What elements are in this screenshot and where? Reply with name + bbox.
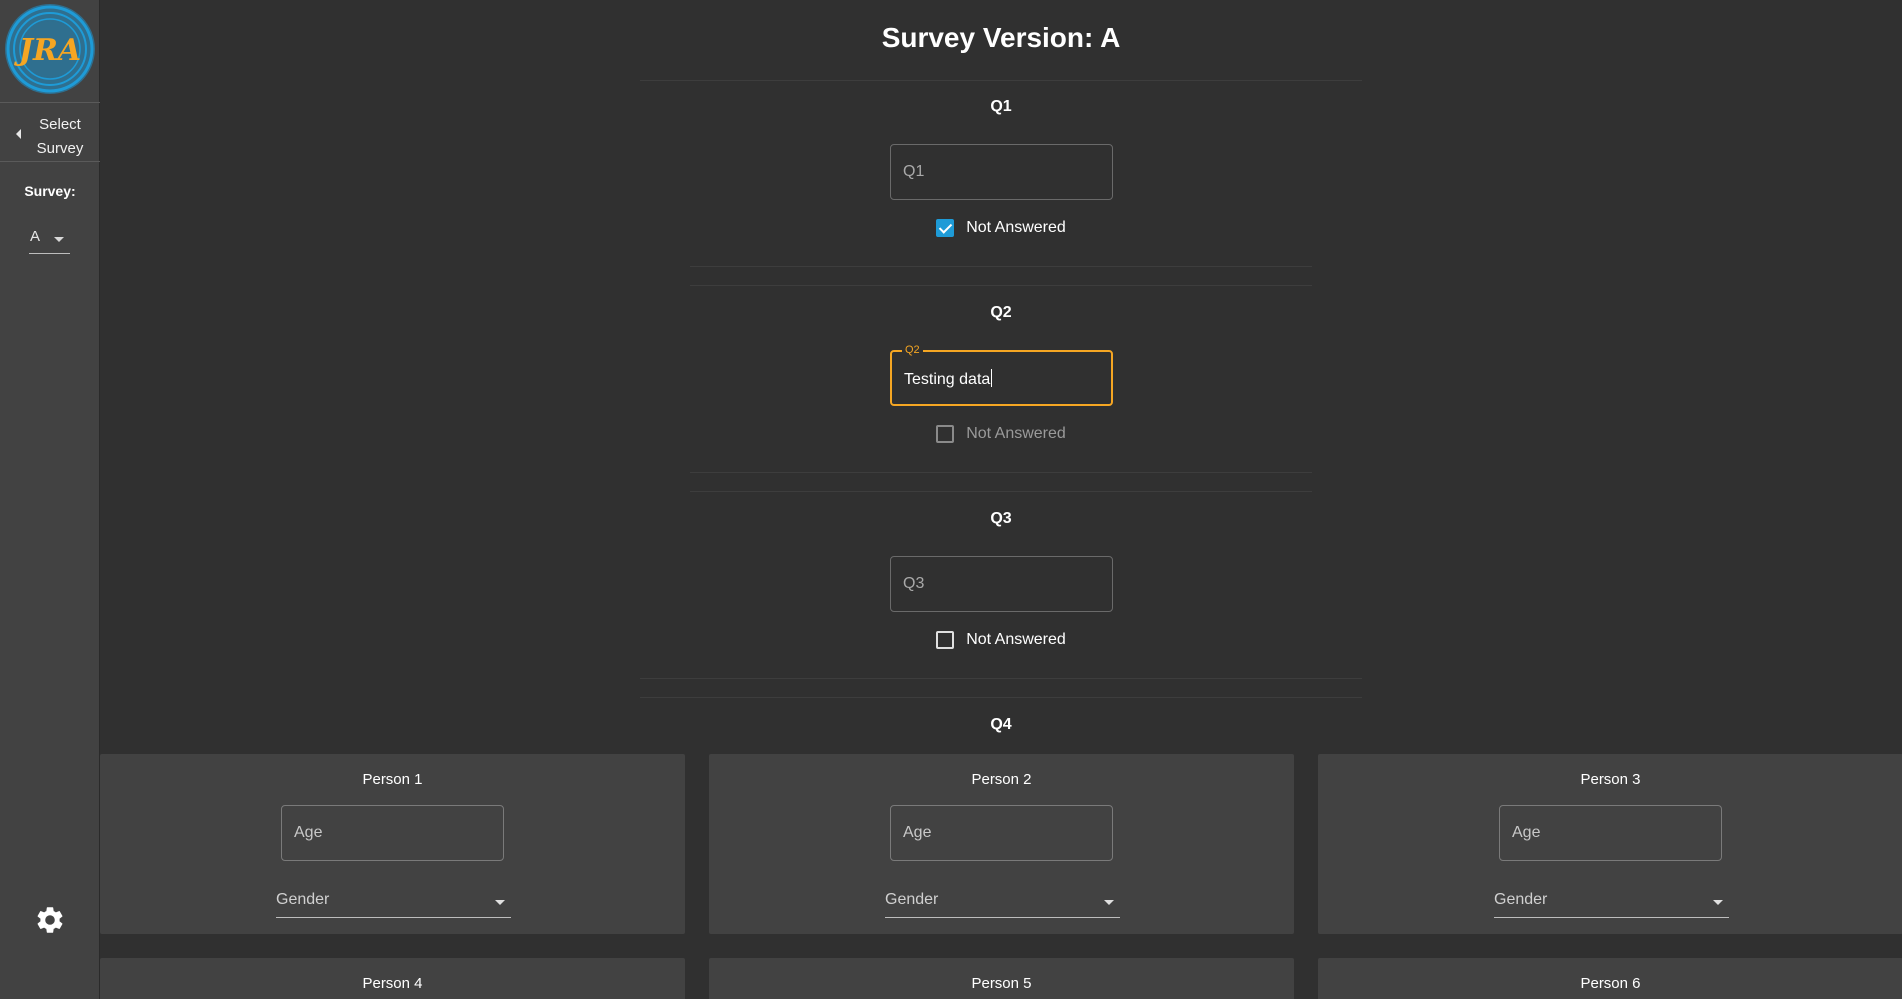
- person-title: Person 1: [362, 771, 423, 788]
- person-card-1: Person 1 Age Gender: [100, 754, 685, 934]
- person-card-6: Person 6: [1318, 958, 1902, 999]
- person-title: Person 3: [1580, 771, 1641, 788]
- person-card-3: Person 3 Age Gender: [1318, 754, 1902, 934]
- age-placeholder: Age: [1512, 824, 1541, 841]
- q3-not-answered-row[interactable]: Not Answered: [100, 629, 1902, 651]
- jra-logo: JRA: [5, 4, 95, 94]
- chevron-left-icon: [16, 129, 21, 139]
- person-title: Person 6: [1580, 975, 1641, 992]
- gender-placeholder: Gender: [1494, 891, 1548, 908]
- select-survey-button[interactable]: Select Survey: [0, 102, 100, 162]
- select-survey-label: Select Survey: [36, 116, 84, 157]
- divider: [690, 472, 1312, 473]
- app: JRA Select Survey Survey: A Survey Versi…: [0, 0, 1902, 999]
- gender-select[interactable]: Gender: [885, 888, 1120, 918]
- divider: [640, 80, 1362, 81]
- q3-placeholder: Q3: [903, 575, 925, 592]
- age-placeholder: Age: [294, 824, 323, 841]
- question-label-q1: Q1: [990, 98, 1012, 115]
- age-input[interactable]: Age: [281, 805, 504, 861]
- chevron-down-icon: [54, 237, 64, 242]
- q1-not-answered-label: Not Answered: [966, 219, 1066, 236]
- person-card-4: Person 4: [100, 958, 685, 999]
- survey-main: Survey Version: A Q1 Q1 Not Answered Q2 …: [100, 0, 1902, 999]
- person-card-5: Person 5: [709, 958, 1294, 999]
- age-input[interactable]: Age: [890, 805, 1113, 861]
- divider: [640, 697, 1362, 698]
- q2-input[interactable]: Q2 Testing data: [890, 344, 1113, 406]
- q2-floating-label: Q2: [902, 344, 923, 356]
- q2-value: Testing data: [904, 369, 993, 388]
- gender-select[interactable]: Gender: [276, 888, 511, 918]
- q2-not-answered-checkbox[interactable]: [936, 425, 955, 443]
- survey-version-value: A: [30, 228, 41, 245]
- gear-icon[interactable]: [34, 904, 66, 936]
- gender-placeholder: Gender: [276, 891, 330, 908]
- chevron-down-icon: [1713, 900, 1723, 905]
- divider: [640, 678, 1362, 679]
- page-title: Survey Version: A: [881, 22, 1121, 53]
- q2-not-answered-row[interactable]: Not Answered: [100, 423, 1902, 445]
- svg-text:JRA: JRA: [14, 33, 81, 68]
- divider: [690, 285, 1312, 286]
- q3-not-answered-checkbox[interactable]: [936, 631, 955, 649]
- sidebar: JRA Select Survey Survey: A: [0, 0, 100, 999]
- question-label-q2: Q2: [990, 304, 1012, 321]
- divider: [690, 491, 1312, 492]
- gender-placeholder: Gender: [885, 891, 939, 908]
- q1-not-answered-row[interactable]: Not Answered: [100, 217, 1902, 239]
- q1-placeholder: Q1: [903, 163, 925, 180]
- divider: [690, 266, 1312, 267]
- person-title: Person 4: [362, 975, 423, 992]
- question-label-q3: Q3: [990, 510, 1012, 527]
- q3-not-answered-label: Not Answered: [966, 631, 1066, 648]
- survey-label: Survey:: [24, 183, 76, 199]
- survey-version-select[interactable]: A: [29, 226, 70, 254]
- chevron-down-icon: [495, 900, 505, 905]
- age-placeholder: Age: [903, 824, 932, 841]
- person-title: Person 5: [971, 975, 1032, 992]
- question-label-q4: Q4: [990, 716, 1012, 733]
- person-title: Person 2: [971, 771, 1032, 788]
- gender-select[interactable]: Gender: [1494, 888, 1729, 918]
- chevron-down-icon: [1104, 900, 1114, 905]
- q1-not-answered-checkbox[interactable]: [936, 219, 955, 237]
- person-card-2: Person 2 Age Gender: [709, 754, 1294, 934]
- q3-input[interactable]: Q3: [890, 556, 1113, 612]
- q2-not-answered-label: Not Answered: [966, 425, 1066, 442]
- age-input[interactable]: Age: [1499, 805, 1722, 861]
- q1-input[interactable]: Q1: [890, 144, 1113, 200]
